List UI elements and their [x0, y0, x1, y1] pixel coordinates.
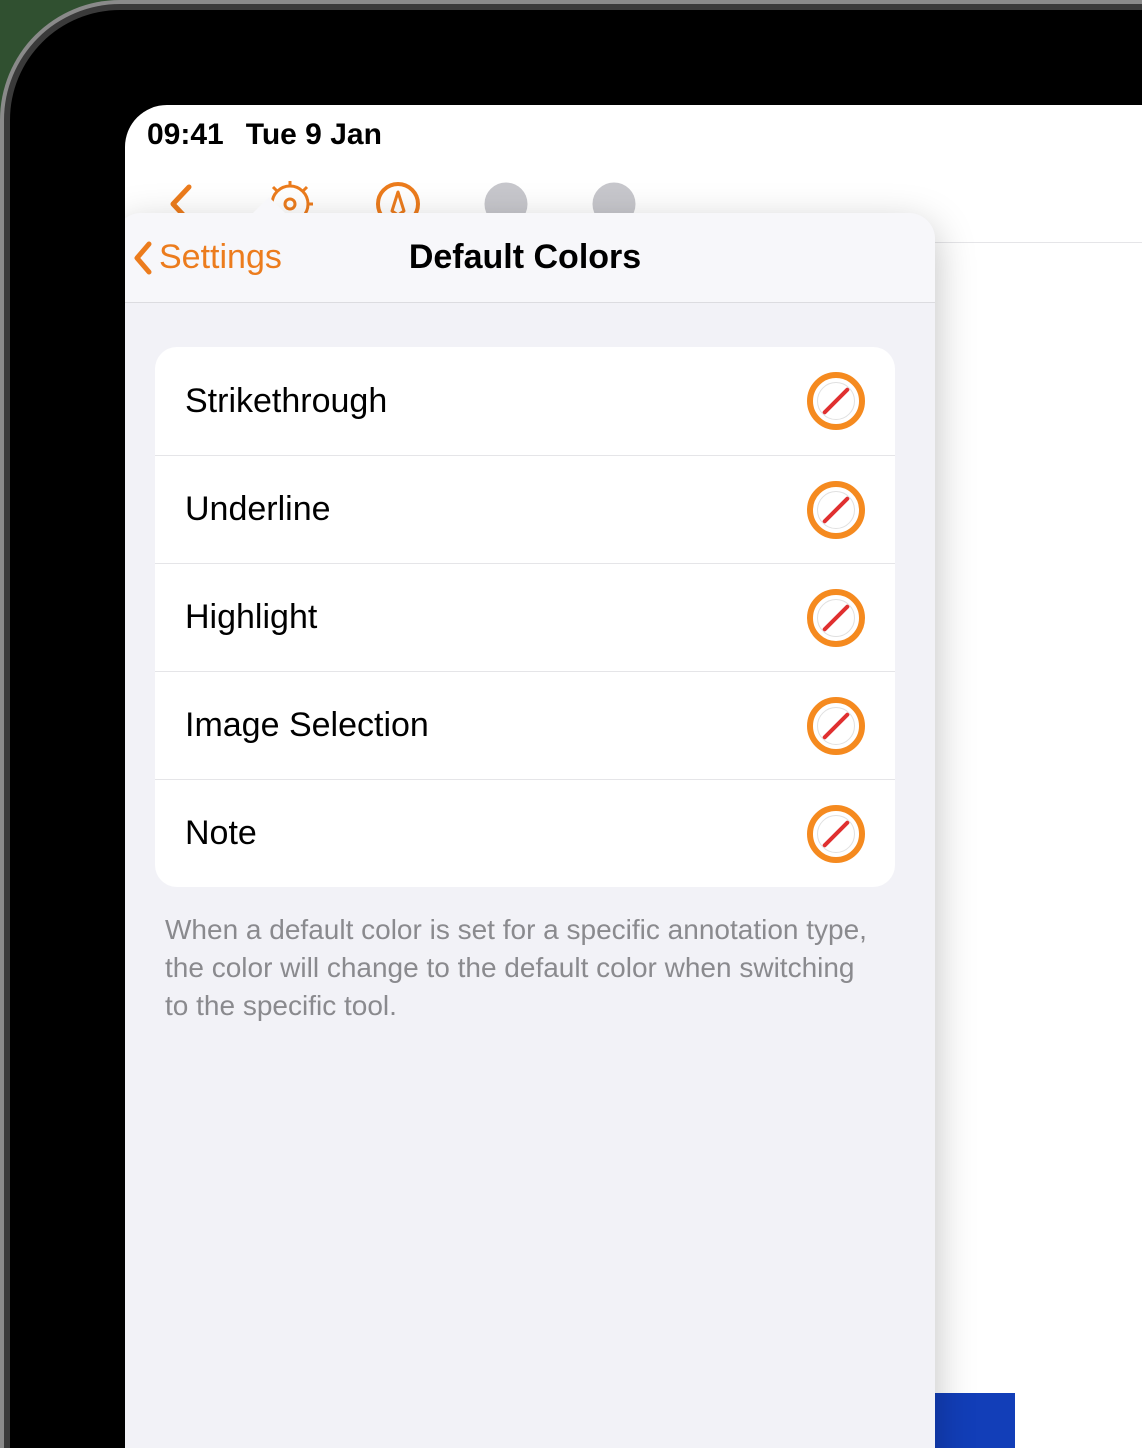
- row-image-selection[interactable]: Image Selection: [155, 671, 895, 779]
- popover-header: Settings Default Colors: [125, 213, 935, 303]
- popover-title: Default Colors: [409, 238, 641, 277]
- color-swatch-none-icon: [807, 805, 865, 863]
- row-note[interactable]: Note: [155, 779, 895, 887]
- row-label: Highlight: [185, 598, 317, 637]
- color-swatch-none-icon: [807, 589, 865, 647]
- row-strikethrough[interactable]: Strikethrough: [155, 347, 895, 455]
- row-label: Underline: [185, 490, 331, 529]
- status-date: Tue 9 Jan: [246, 118, 382, 152]
- row-highlight[interactable]: Highlight: [155, 563, 895, 671]
- row-label: Note: [185, 814, 257, 853]
- default-colors-popover: Settings Default Colors Strikethrough Un…: [125, 213, 935, 1448]
- status-bar: 09:41 Tue 9 Jan: [125, 105, 1142, 165]
- color-swatch-none-icon: [807, 372, 865, 430]
- status-time: 09:41: [147, 118, 224, 152]
- row-label: Strikethrough: [185, 382, 387, 421]
- popover-back-button[interactable]: Settings: [133, 213, 282, 302]
- device-frame: 09:41 Tue 9 Jan: [10, 10, 1142, 1448]
- chevron-left-icon: [133, 241, 153, 275]
- popover-back-label: Settings: [159, 238, 282, 277]
- color-list: Strikethrough Underline Highlight Image …: [155, 347, 895, 887]
- row-label: Image Selection: [185, 706, 429, 745]
- color-swatch-none-icon: [807, 481, 865, 539]
- row-underline[interactable]: Underline: [155, 455, 895, 563]
- screen: 09:41 Tue 9 Jan: [125, 105, 1142, 1448]
- list-footer-text: When a default color is set for a specif…: [165, 911, 885, 1024]
- color-swatch-none-icon: [807, 697, 865, 755]
